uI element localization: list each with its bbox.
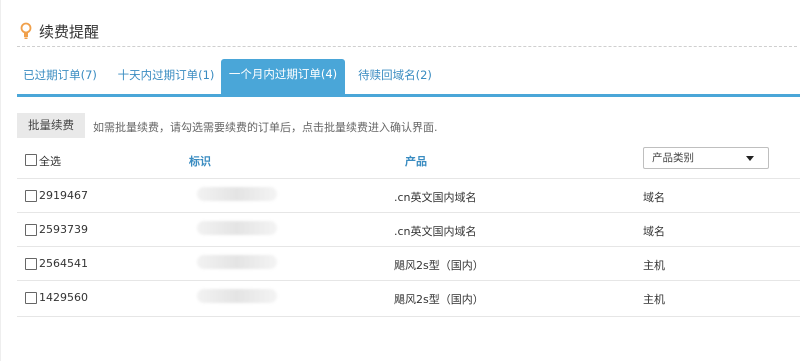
tab-expired[interactable]: 已过期订单(7) bbox=[17, 60, 103, 94]
table-row: 1429560 飓风2s型（国内） 主机 bbox=[17, 280, 800, 315]
table-bottom-divider bbox=[17, 316, 800, 317]
tab-expire-within-1-month[interactable]: 一个月内过期订单(4) bbox=[221, 59, 345, 94]
product-name: .cn英文国内域名 bbox=[394, 225, 477, 238]
order-id: 2564541 bbox=[39, 257, 88, 270]
tab-expire-within-10-days[interactable]: 十天内过期订单(1) bbox=[109, 60, 223, 94]
order-id: 2919467 bbox=[39, 189, 88, 202]
product-type-select-value: 产品类别 bbox=[652, 152, 694, 164]
caret-down-icon bbox=[746, 156, 754, 161]
order-id: 1429560 bbox=[39, 291, 88, 304]
row-checkbox[interactable] bbox=[25, 224, 37, 236]
table-row: 2919467 .cn英文国内域名 域名 bbox=[17, 178, 800, 213]
table-row: 2593739 .cn英文国内域名 域名 bbox=[17, 212, 800, 247]
redacted-identifier bbox=[197, 289, 277, 303]
row-checkbox[interactable] bbox=[25, 292, 37, 304]
redacted-identifier bbox=[197, 221, 277, 235]
product-type: 域名 bbox=[643, 191, 665, 204]
lightbulb-icon bbox=[20, 22, 32, 40]
select-all-label: 全选 bbox=[39, 155, 61, 168]
order-id: 2593739 bbox=[39, 223, 88, 236]
product-type: 主机 bbox=[643, 259, 665, 272]
row-checkbox[interactable] bbox=[25, 258, 37, 270]
column-header-id: 标识 bbox=[189, 155, 211, 168]
table-row: 2564541 飓风2s型（国内） 主机 bbox=[17, 246, 800, 281]
product-name: 飓风2s型（国内） bbox=[394, 259, 484, 272]
product-name: 飓风2s型（国内） bbox=[394, 293, 484, 306]
product-type: 域名 bbox=[643, 225, 665, 238]
title-bar: 续费提醒 bbox=[17, 22, 797, 47]
tab-pending-redemption-domains[interactable]: 待赎回域名(2) bbox=[351, 60, 439, 94]
order-tabs: 已过期订单(7) 十天内过期订单(1) 一个月内过期订单(4) 待赎回域名(2) bbox=[17, 59, 800, 97]
select-all-checkbox[interactable] bbox=[25, 154, 37, 166]
redacted-identifier bbox=[197, 255, 277, 269]
row-checkbox[interactable] bbox=[25, 190, 37, 202]
product-type-select[interactable]: 产品类别 bbox=[643, 147, 769, 169]
product-type: 主机 bbox=[643, 293, 665, 306]
batch-renew-button[interactable]: 批量续费 bbox=[17, 113, 85, 138]
renewal-reminder-panel: 续费提醒 已过期订单(7) 十天内过期订单(1) 一个月内过期订单(4) 待赎回… bbox=[0, 0, 800, 361]
column-header-product: 产品 bbox=[405, 155, 427, 168]
page-title: 续费提醒 bbox=[39, 23, 100, 41]
product-name: .cn英文国内域名 bbox=[394, 191, 477, 204]
batch-renew-hint: 如需批量续费，请勾选需要续费的订单后，点击批量续费进入确认界面. bbox=[93, 121, 438, 134]
redacted-identifier bbox=[197, 187, 277, 201]
